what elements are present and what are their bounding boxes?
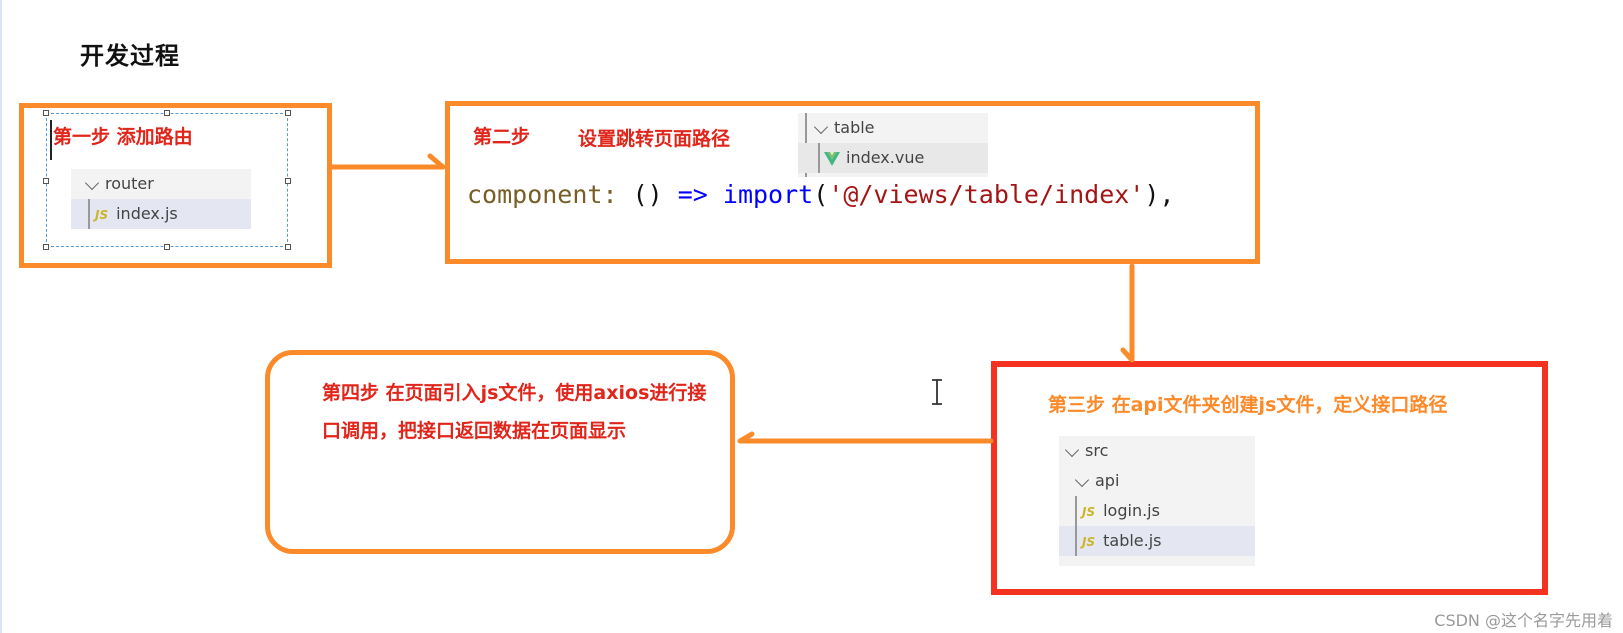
arrow-step1-to-step2: [329, 153, 446, 170]
text-cursor-icon: [932, 379, 942, 405]
arrow-step3-to-step4: [737, 431, 994, 444]
watermark: CSDN @这个名字先用着: [1434, 611, 1613, 630]
connector-arrows: [329, 153, 1135, 444]
arrow-step2-to-step3: [1120, 263, 1135, 363]
